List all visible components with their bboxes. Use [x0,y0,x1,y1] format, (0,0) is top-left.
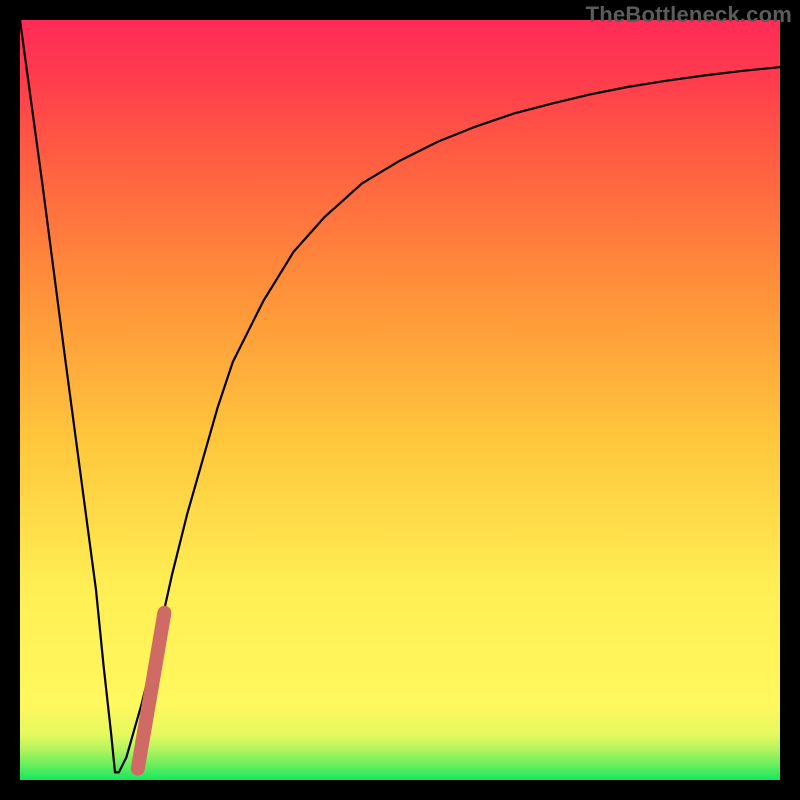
chart-svg [20,20,780,780]
chart-frame: TheBottleneck.com [0,0,800,800]
watermark-text: TheBottleneck.com [586,2,792,28]
gradient-background [20,20,780,780]
plot-area [20,20,780,780]
